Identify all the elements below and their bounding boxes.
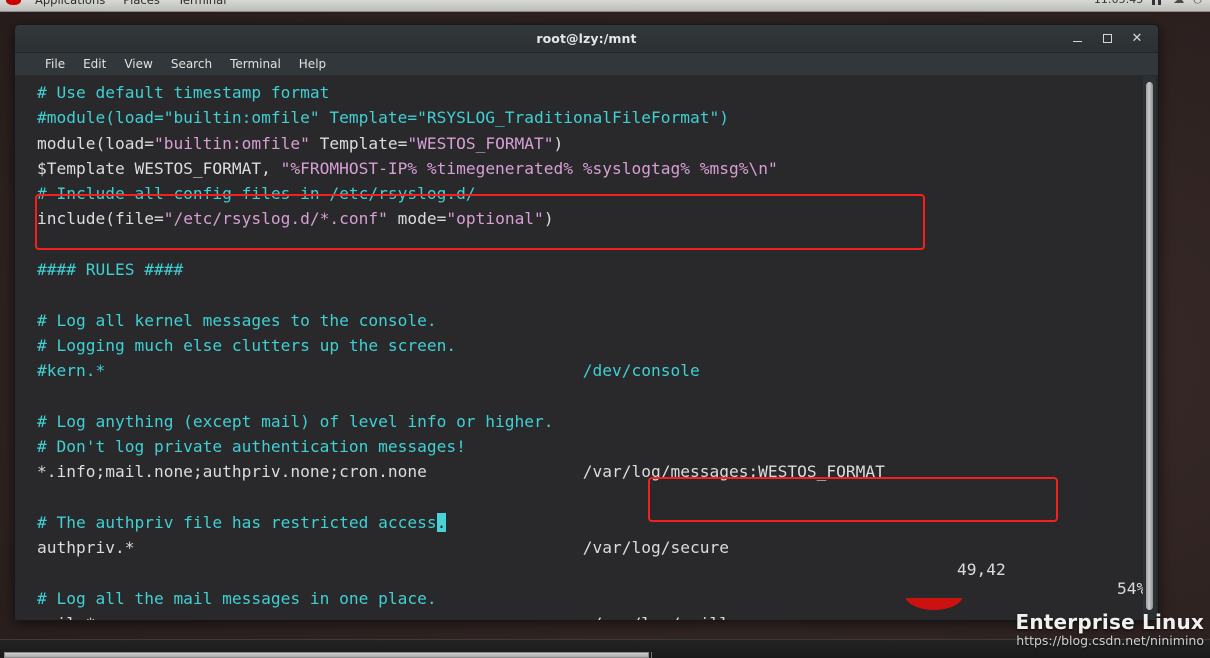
window-titlebar[interactable]: root@lzy:/mnt ✕ — [15, 25, 1158, 53]
terminal-span: "builtin:omfile" — [153, 133, 310, 153]
terminal-span: # Logging much else clutters up the scre… — [37, 335, 457, 355]
window-controls: ✕ — [1062, 25, 1152, 52]
terminal-span: include(file= — [37, 209, 164, 229]
menu-help[interactable]: Help — [291, 55, 334, 73]
redhat-logo-icon — [6, 0, 21, 5]
terminal-line: # Log all kernel messages to the console… — [37, 308, 885, 333]
terminal-span: # The authpriv file has restricted acces… — [37, 513, 437, 533]
vim-status-line: 49,42 54% — [37, 541, 1146, 617]
terminal-span: # Include all config files in /etc/rsysl… — [37, 184, 476, 204]
menu-file[interactable]: File — [37, 55, 73, 73]
maximize-button[interactable] — [1092, 25, 1122, 52]
scrollbar-thumb[interactable] — [1146, 82, 1153, 610]
terminal-scrollbar[interactable] — [1143, 76, 1156, 620]
menu-edit[interactable]: Edit — [75, 55, 114, 73]
panel-clock[interactable]: 11:05:45 — [1094, 0, 1143, 6]
taskbar-window-button[interactable] — [4, 652, 649, 658]
panel-tray: 11:05:45 ☁ ⏻ — [1094, 0, 1210, 7]
panel-menu-places[interactable]: Places — [114, 0, 169, 12]
terminal-line: $Template WESTOS_FORMAT, "%FROMHOST-IP% … — [37, 156, 885, 181]
terminal-span: module(load= — [37, 133, 154, 153]
terminal-line: # The authpriv file has restricted acces… — [37, 510, 885, 535]
vim-scroll-percent: 54% — [1117, 579, 1147, 598]
terminal-span: #### RULES #### — [37, 260, 184, 280]
bottom-taskbar — [0, 639, 1210, 658]
menu-search[interactable]: Search — [163, 55, 220, 73]
terminal-span: # Log all kernel messages to the console… — [37, 310, 437, 330]
terminal-span: ) — [553, 133, 564, 153]
window-title: root@lzy:/mnt — [536, 31, 637, 46]
terminal-screen[interactable]: # Use default timestamp format #module(lo… — [15, 76, 1158, 620]
terminal-span: "/etc/rsyslog.d/*.conf" — [163, 209, 388, 229]
panel-menu-terminal[interactable]: Terminal — [169, 0, 236, 12]
terminal-line: #module(load="builtin:omfile" Template="… — [37, 105, 885, 130]
terminal-text-buffer: # Use default timestamp format #module(lo… — [37, 80, 885, 620]
taskbar-separator — [651, 652, 652, 658]
terminal-cursor: . — [436, 513, 447, 533]
terminal-span: *.info;mail.none;authpriv.none;cron.none… — [37, 462, 885, 482]
terminal-span: #kern.* /dev/console — [37, 361, 700, 381]
terminal-span: # Log anything (except mail) of level in… — [37, 411, 554, 431]
terminal-line: #kern.* /dev/console — [37, 358, 885, 383]
network-icon[interactable]: ☁ — [1173, 0, 1184, 6]
volume-icon[interactable] — [1152, 0, 1165, 5]
terminal-span: ) — [543, 209, 554, 229]
terminal-span: # Use default timestamp format — [37, 83, 330, 102]
minimize-button[interactable] — [1062, 25, 1092, 52]
terminal-line: # Log anything (except mail) of level in… — [37, 409, 885, 434]
menu-view[interactable]: View — [116, 55, 160, 73]
terminal-line: # Logging much else clutters up the scre… — [37, 333, 885, 358]
terminal-span: # Don't log private authentication messa… — [37, 437, 466, 457]
gnome-top-panel: Applications Places Terminal 11:05:45 ☁ … — [0, 0, 1210, 12]
terminal-span: $Template WESTOS_FORMAT, — [37, 158, 281, 178]
terminal-window: root@lzy:/mnt ✕ File Edit View Search Te… — [14, 24, 1159, 621]
power-icon[interactable]: ⏻ — [1193, 0, 1202, 7]
terminal-span: "WESTOS_FORMAT" — [407, 133, 554, 153]
terminal-span: #module(load="builtin:omfile" Template="… — [37, 108, 729, 128]
menu-terminal[interactable]: Terminal — [222, 55, 289, 73]
terminal-line: *.info;mail.none;authpriv.none;cron.none… — [37, 459, 885, 484]
terminal-line: # Don't log private authentication messa… — [37, 434, 885, 459]
terminal-line: # Include all config files in /etc/rsysl… — [37, 181, 885, 206]
terminal-line: module(load="builtin:omfile" Template="W… — [37, 131, 885, 156]
terminal-span: Template= — [309, 133, 408, 153]
terminal-menubar: File Edit View Search Terminal Help — [15, 53, 1158, 76]
vim-cursor-position: 49,42 — [957, 560, 1006, 579]
terminal-line: #### RULES #### — [37, 257, 885, 282]
terminal-span: "optional" — [446, 209, 544, 229]
panel-menu-applications[interactable]: Applications — [26, 0, 114, 12]
terminal-span: "%FROMHOST-IP% %timegenerated% %syslogta… — [280, 158, 778, 178]
terminal-line: include(file="/etc/rsyslog.d/*.conf" mod… — [37, 206, 885, 231]
terminal-line: # Use default timestamp format — [37, 80, 885, 105]
terminal-span: mode= — [387, 209, 447, 229]
redhat-swoosh-icon — [905, 598, 963, 612]
close-icon[interactable]: ✕ — [1122, 25, 1152, 52]
